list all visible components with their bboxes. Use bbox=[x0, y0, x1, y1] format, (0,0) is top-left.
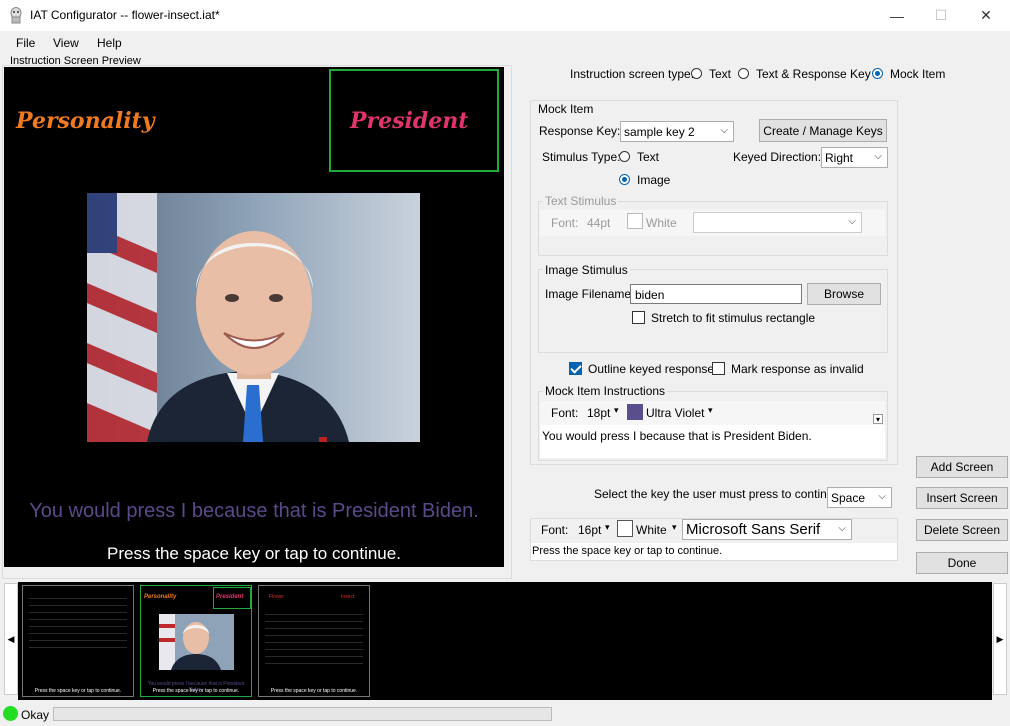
outline-keyed-label[interactable]: Outline keyed response bbox=[588, 362, 714, 376]
create-manage-keys-button[interactable]: Create / Manage Keys bbox=[759, 119, 887, 142]
stimulus-image-label[interactable]: Image bbox=[637, 173, 670, 187]
text-stimulus-size[interactable]: 44pt bbox=[587, 216, 610, 230]
continue-size[interactable]: 16pt bbox=[578, 523, 601, 537]
browse-button[interactable]: Browse bbox=[807, 283, 881, 305]
stimulus-type-label: Stimulus Type: bbox=[542, 150, 621, 164]
keyed-direction-value: Right bbox=[825, 151, 854, 165]
instructions-text: You would press I because that is Presid… bbox=[542, 429, 812, 443]
mark-invalid-label[interactable]: Mark response as invalid bbox=[731, 362, 864, 376]
menu-file[interactable]: File bbox=[16, 36, 35, 50]
thumbnail-left: Personality bbox=[144, 594, 177, 600]
add-screen-button[interactable]: Add Screen bbox=[916, 456, 1008, 478]
thumbnail-continue: Press the space key or tap to continue. bbox=[152, 688, 240, 694]
thumbnail-continue: Press the space key or tap to continue. bbox=[34, 688, 122, 694]
stimulus-image-radio[interactable] bbox=[619, 174, 630, 185]
thumbnail-text-lines bbox=[265, 608, 363, 668]
text-stimulus-font-label: Font: bbox=[551, 216, 579, 230]
thumbnail-text-lines bbox=[29, 592, 127, 654]
app-icon bbox=[9, 7, 23, 24]
continue-key-value: Space bbox=[831, 491, 866, 505]
screen-type-label: Instruction screen type: bbox=[570, 67, 695, 81]
response-key-combo[interactable]: sample key 2 ⌵ bbox=[620, 121, 734, 142]
image-filename-label: Image Filename: bbox=[545, 287, 635, 301]
screen-type-text-radio[interactable] bbox=[691, 68, 702, 79]
continue-color[interactable]: White bbox=[636, 523, 667, 537]
chevron-down-icon: ⌵ bbox=[848, 216, 856, 227]
expand-icon[interactable]: ▾ bbox=[873, 414, 883, 424]
preview-right-label: President bbox=[350, 108, 469, 134]
mock-item-title: Mock Item bbox=[538, 102, 594, 116]
scroll-left-icon[interactable]: ◀ bbox=[4, 583, 18, 695]
chevron-down-icon: ⌵ bbox=[838, 523, 846, 534]
screen-type-text-label[interactable]: Text bbox=[709, 67, 731, 81]
stimulus-text-label[interactable]: Text bbox=[637, 150, 659, 164]
chevron-down-icon: ⌵ bbox=[874, 151, 882, 162]
thumbnail-2[interactable]: Personality President You would press I … bbox=[140, 585, 252, 697]
stimulus-image bbox=[87, 193, 420, 442]
instructions-color-swatch bbox=[627, 404, 643, 420]
close-button[interactable]: ✕ bbox=[963, 0, 1009, 31]
minimize-button[interactable]: — bbox=[874, 0, 920, 31]
thumbnail-image bbox=[159, 614, 234, 670]
instructions-size[interactable]: 18pt bbox=[587, 406, 610, 420]
thumbnail-3[interactable]: Flower Insect Press the space key or tap… bbox=[258, 585, 370, 697]
keyed-direction-label: Keyed Direction: bbox=[733, 150, 822, 164]
instructions-title: Mock Item Instructions bbox=[543, 384, 668, 398]
outline-keyed-checkbox[interactable] bbox=[569, 362, 582, 375]
continue-font-name: Microsoft Sans Serif bbox=[686, 521, 821, 538]
thumbnail-right: Insect bbox=[341, 594, 355, 600]
screen-type-text-response-radio[interactable] bbox=[738, 68, 749, 79]
image-filename-value: biden bbox=[635, 288, 665, 302]
instructions-font-label: Font: bbox=[551, 406, 579, 420]
continue-color-swatch bbox=[617, 520, 633, 537]
done-button[interactable]: Done bbox=[916, 552, 1008, 574]
screen-type-text-response-label[interactable]: Text & Response Key bbox=[756, 67, 871, 81]
preview-instruction-text: You would press I because that is Presid… bbox=[29, 500, 479, 522]
maximize-button[interactable]: ☐ bbox=[918, 0, 964, 31]
continue-key-combo[interactable]: Space ⌵ bbox=[827, 487, 892, 508]
keyed-direction-combo[interactable]: Right ⌵ bbox=[821, 147, 888, 168]
stimulus-text-radio[interactable] bbox=[619, 151, 630, 162]
menu-help[interactable]: Help bbox=[97, 36, 122, 50]
text-stimulus-title: Text Stimulus bbox=[543, 194, 619, 208]
instructions-color[interactable]: Ultra Violet bbox=[646, 406, 704, 420]
image-stimulus-title: Image Stimulus bbox=[543, 263, 630, 277]
status-text: Okay bbox=[21, 708, 50, 722]
screen-type-mock-item-label[interactable]: Mock Item bbox=[890, 67, 945, 81]
thumbnail-right: President bbox=[216, 594, 244, 600]
menu-view[interactable]: View bbox=[53, 36, 79, 50]
continue-key-label: Select the key the user must press to co… bbox=[594, 487, 844, 501]
continue-text: Press the space key or tap to continue. bbox=[532, 545, 723, 557]
preview-continue-text: Press the space key or tap to continue. bbox=[107, 544, 401, 563]
progress-bar bbox=[53, 707, 552, 721]
stretch-checkbox[interactable] bbox=[632, 311, 645, 324]
chevron-down-icon: ⌵ bbox=[878, 491, 886, 502]
mark-invalid-checkbox[interactable] bbox=[712, 362, 725, 375]
window-title: IAT Configurator -- flower-insect.iat* bbox=[30, 8, 220, 22]
thumbnail-continue: Press the space key or tap to continue. bbox=[270, 688, 358, 694]
preview-left-label: Personality bbox=[16, 108, 155, 134]
thumbnail-left: Flower bbox=[269, 594, 285, 600]
screen-type-mock-item-radio[interactable] bbox=[872, 68, 883, 79]
text-stimulus-color[interactable]: White bbox=[646, 216, 677, 230]
continue-font-label: Font: bbox=[541, 523, 569, 537]
insert-screen-button[interactable]: Insert Screen bbox=[916, 487, 1008, 509]
status-indicator-icon bbox=[3, 706, 18, 721]
caret-down-icon[interactable]: ▾ bbox=[672, 522, 677, 533]
scroll-right-icon[interactable]: ▶ bbox=[993, 583, 1007, 695]
text-stimulus-font-combo[interactable]: ⌵ bbox=[693, 212, 862, 233]
chevron-down-icon: ⌵ bbox=[720, 125, 728, 136]
image-filename-input[interactable]: biden bbox=[630, 284, 802, 304]
thumbnail-1[interactable]: Press the space key or tap to continue. bbox=[22, 585, 134, 697]
caret-down-icon[interactable]: ▾ bbox=[614, 405, 619, 416]
text-stimulus-color-swatch bbox=[627, 213, 643, 229]
response-key-label: Response Key: bbox=[539, 124, 621, 138]
caret-down-icon[interactable]: ▾ bbox=[605, 522, 610, 533]
caret-down-icon[interactable]: ▾ bbox=[708, 405, 713, 416]
delete-screen-button[interactable]: Delete Screen bbox=[916, 519, 1008, 541]
stretch-label[interactable]: Stretch to fit stimulus rectangle bbox=[651, 311, 815, 325]
continue-font-combo[interactable]: Microsoft Sans Serif ⌵ bbox=[682, 519, 852, 540]
response-key-value: sample key 2 bbox=[624, 125, 695, 139]
menu-bar bbox=[0, 31, 1010, 55]
